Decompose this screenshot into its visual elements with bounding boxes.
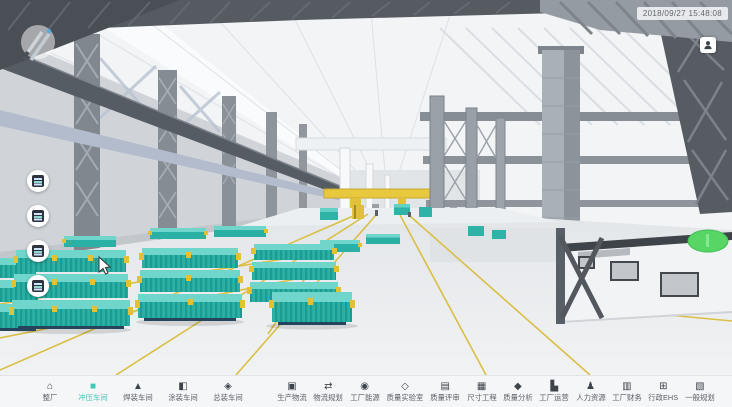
toolbar-item-dimension-engineering[interactable]: ▦ 尺寸工程 <box>466 381 498 402</box>
dashboard-panel-icon <box>32 175 44 187</box>
dashboard-panel-icon <box>32 210 44 222</box>
person-icon: ♟ <box>586 381 595 392</box>
ruler-icon: ▦ <box>477 381 486 392</box>
datetime-display: 2018/09/27 15:48:08 <box>637 7 728 20</box>
dashboard-panel-icon <box>32 280 44 292</box>
die-single-front <box>269 292 355 325</box>
toolbar-item-welding-shop[interactable]: ▲ 焊装车间 <box>122 381 154 402</box>
route-plan-icon: ⇄ <box>324 381 332 392</box>
factory-icon: ⌂ <box>47 381 53 392</box>
toolbar-item-factory-finance[interactable]: ▥ 工厂财务 <box>611 381 643 402</box>
finance-icon: ▥ <box>622 381 631 392</box>
user-button[interactable] <box>700 37 716 53</box>
press-die-icon: ■ <box>90 381 96 392</box>
scene-hotspot-column <box>27 170 49 297</box>
toolbar-item-factory-energy[interactable]: ◉ 工厂能源 <box>349 381 381 402</box>
hotspot-kpi-3-button[interactable] <box>27 240 49 262</box>
digital-twin-app: 2018/09/27 15:48:08 ⌂ 整厂 ■ <box>0 0 732 407</box>
operations-chart-icon: ▙ <box>550 381 558 392</box>
press-die-stacks <box>0 244 358 334</box>
toolbar-item-general-planning[interactable]: ▧ 一般规划 <box>684 381 716 402</box>
review-doc-icon: ▤ <box>441 381 450 392</box>
factory-3d-scene[interactable] <box>0 0 732 375</box>
hotspot-kpi-4-button[interactable] <box>27 275 49 297</box>
die-stack-2 <box>135 248 245 321</box>
toolbar-item-human-resources[interactable]: ♟ 人力资源 <box>575 381 607 402</box>
toolbar-item-factory-operations[interactable]: ▙ 工厂运营 <box>538 381 570 402</box>
truck-icon: ▣ <box>287 381 296 392</box>
toolbar-item-whole-plant[interactable]: ⌂ 整厂 <box>36 381 64 402</box>
paint-icon: ◧ <box>178 381 187 392</box>
user-icon <box>702 39 714 51</box>
toolbar-item-quality-review[interactable]: ▤ 质量评审 <box>429 381 461 402</box>
planning-doc-icon: ▧ <box>695 381 704 392</box>
green-status-marker[interactable] <box>688 230 728 252</box>
toolbar-item-quality-lab[interactable]: ◇ 质量实验室 <box>385 381 425 402</box>
bottom-toolbar: ⌂ 整厂 ■ 冲压车间 ▲ 焊装车间 ◧ 涂装车间 ◈ 总装车间 ▣ 生产物流 … <box>0 375 732 407</box>
toolbar-item-logistics-planning[interactable]: ⇄ 物流规划 <box>312 381 344 402</box>
hotspot-kpi-1-button[interactable] <box>27 170 49 192</box>
toolbar-item-production-logistics[interactable]: ▣ 生产物流 <box>276 381 308 402</box>
toolbar-group-workshops: ⌂ 整厂 ■ 冲压车间 ▲ 焊装车间 ◧ 涂装车间 ◈ 总装车间 <box>36 381 244 402</box>
toolbar-item-quality-analysis[interactable]: ◆ 质量分析 <box>502 381 534 402</box>
toolbar-item-paint-shop[interactable]: ◧ 涂装车间 <box>167 381 199 402</box>
toolbar-item-final-assembly-shop[interactable]: ◈ 总装车间 <box>212 381 244 402</box>
hotspot-kpi-2-button[interactable] <box>27 205 49 227</box>
ehs-grid-icon: ⊞ <box>659 381 667 392</box>
lab-icon: ◇ <box>401 381 409 392</box>
toolbar-item-stamping-shop[interactable]: ■ 冲压车间 <box>77 381 109 402</box>
energy-icon: ◉ <box>360 381 369 392</box>
dashboard-panel-icon <box>32 245 44 257</box>
toolbar-group-modules: ▣ 生产物流 ⇄ 物流规划 ◉ 工厂能源 ◇ 质量实验室 ▤ 质量评审 ▦ 尺寸… <box>276 381 716 402</box>
toolbar-item-admin-ehs[interactable]: ⊞ 行政EHS <box>647 381 679 402</box>
welding-icon: ▲ <box>133 381 143 392</box>
analysis-icon: ◆ <box>514 381 522 392</box>
assembly-icon: ◈ <box>224 381 232 392</box>
